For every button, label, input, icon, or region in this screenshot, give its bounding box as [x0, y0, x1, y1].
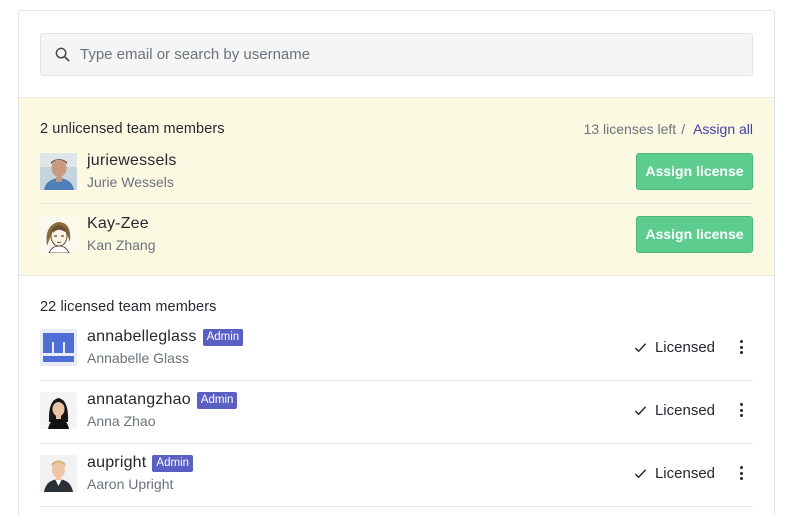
- unlicensed-section: 2 unlicensed team members 13 licenses le…: [19, 98, 774, 276]
- licenses-left: 13 licenses left: [583, 121, 677, 137]
- fullname: Anna Zhao: [87, 413, 156, 429]
- divider: [40, 380, 753, 381]
- divider: [40, 443, 753, 444]
- search-input[interactable]: [80, 34, 752, 75]
- fullname: Jurie Wessels: [87, 174, 174, 190]
- license-status: Licensed: [634, 339, 743, 356]
- separator: /: [681, 121, 686, 137]
- more-options-icon[interactable]: [739, 340, 743, 354]
- admin-badge: Admin: [152, 454, 194, 472]
- check-icon: [634, 468, 647, 478]
- search-section: [19, 11, 774, 98]
- avatar: [40, 215, 77, 253]
- licensed-member-row: annabelleglass Admin Annabelle Glass Lic…: [40, 327, 753, 367]
- team-licenses-panel: 2 unlicensed team members 13 licenses le…: [18, 10, 775, 515]
- licensed-header: 22 licensed team members: [40, 299, 753, 315]
- admin-badge: Admin: [196, 391, 238, 409]
- more-options-icon[interactable]: [739, 466, 743, 480]
- license-status: Licensed: [634, 465, 743, 482]
- member-names: juriewessels Jurie Wessels: [87, 152, 177, 190]
- licenses-info: 13 licenses left / Assign all: [584, 121, 753, 137]
- admin-badge: Admin: [202, 328, 244, 346]
- check-icon: [634, 405, 647, 415]
- avatar: [40, 328, 77, 366]
- license-status: Licensed: [634, 402, 743, 419]
- search-icon: [54, 47, 70, 63]
- licensed-member-row: aupright Admin Aaron Upright Licensed: [40, 453, 753, 493]
- status-label: Licensed: [654, 338, 715, 356]
- licensed-member-row: annatangzhao Admin Anna Zhao Licensed: [40, 390, 753, 430]
- search-box[interactable]: [40, 33, 753, 76]
- assign-all-link[interactable]: Assign all: [693, 121, 753, 137]
- fullname: Annabelle Glass: [87, 350, 189, 366]
- unlicensed-member-row: Kay-Zee Kan Zhang Assign license: [40, 214, 753, 254]
- avatar: [40, 152, 77, 190]
- licensed-section: 22 licensed team members annabelleglass …: [19, 276, 774, 515]
- username[interactable]: aupright: [87, 454, 146, 472]
- unlicensed-title: 2 unlicensed team members: [40, 121, 225, 137]
- fullname: Kan Zhang: [87, 237, 156, 253]
- fullname: Aaron Upright: [87, 476, 174, 492]
- member-names: annabelleglass Admin Annabelle Glass: [87, 328, 244, 366]
- member-names: aupright Admin Aaron Upright: [87, 454, 194, 492]
- avatar: [40, 454, 77, 492]
- unlicensed-member-row: juriewessels Jurie Wessels Assign licens…: [40, 151, 753, 191]
- assign-license-button[interactable]: Assign license: [636, 215, 753, 253]
- unlicensed-header: 2 unlicensed team members 13 licenses le…: [40, 121, 753, 137]
- divider: [40, 506, 753, 507]
- member-names: Kay-Zee Kan Zhang: [87, 215, 156, 253]
- more-options-icon[interactable]: [739, 403, 743, 417]
- username[interactable]: annabelleglass: [87, 328, 197, 346]
- username[interactable]: annatangzhao: [87, 391, 191, 409]
- username[interactable]: juriewessels: [87, 152, 177, 170]
- licensed-title: 22 licensed team members: [40, 299, 217, 315]
- check-icon: [634, 342, 647, 352]
- status-label: Licensed: [654, 401, 715, 419]
- assign-license-button[interactable]: Assign license: [636, 152, 753, 190]
- username[interactable]: Kay-Zee: [87, 215, 156, 233]
- member-names: annatangzhao Admin Anna Zhao: [87, 391, 238, 429]
- avatar: [40, 391, 77, 429]
- divider: [40, 203, 753, 204]
- status-label: Licensed: [654, 464, 715, 482]
